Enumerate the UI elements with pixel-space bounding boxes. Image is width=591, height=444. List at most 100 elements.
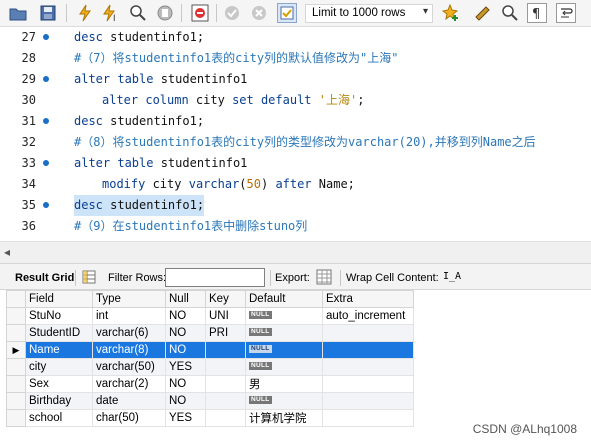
cell-field[interactable]: StudentID	[25, 324, 93, 342]
cell-default[interactable]: NULL	[245, 324, 323, 342]
table-row[interactable]: StudentID varchar(6) NO PRI NULL	[6, 324, 414, 342]
rollback-icon[interactable]	[249, 3, 269, 23]
toggle-error-icon[interactable]	[190, 3, 210, 23]
cell-key[interactable]	[205, 409, 246, 427]
find-icon[interactable]	[500, 3, 520, 23]
cell-default[interactable]: NULL	[245, 358, 323, 376]
code-line[interactable]: #（7）将studentinfo1表的city列的默认值修改为"上海"	[74, 48, 399, 69]
cell-field[interactable]: Name	[25, 341, 93, 359]
code-line[interactable]: #（8）将studentinfo1表的city列的类型修改为varchar(20…	[74, 132, 536, 153]
cell-extra[interactable]	[322, 375, 414, 393]
code-line[interactable]: alter table studentinfo1	[74, 69, 247, 90]
column-header-extra[interactable]: Extra	[322, 290, 414, 308]
cell-extra[interactable]	[322, 358, 414, 376]
explain-icon[interactable]	[128, 3, 148, 23]
cell-type[interactable]: date	[92, 392, 166, 410]
cell-extra[interactable]	[322, 392, 414, 410]
wrap-cell-icon[interactable]: I̲A	[443, 271, 461, 282]
cell-default[interactable]: NULL	[245, 307, 323, 325]
add-snippet-icon[interactable]	[441, 3, 461, 23]
cell-type[interactable]: varchar(50)	[92, 358, 166, 376]
cell-field[interactable]: StuNo	[25, 307, 93, 325]
wrap-lines-icon[interactable]	[556, 3, 576, 23]
statement-marker-icon[interactable]	[43, 160, 49, 166]
cell-default[interactable]: NULL	[245, 341, 323, 359]
row-header[interactable]	[6, 324, 26, 342]
row-header[interactable]	[6, 375, 26, 393]
cell-field[interactable]: school	[25, 409, 93, 427]
row-header[interactable]	[6, 409, 26, 427]
cell-default[interactable]: 男	[245, 375, 323, 393]
cell-null[interactable]: NO	[165, 341, 206, 359]
table-row[interactable]: school char(50) YES 计算机学院	[6, 409, 414, 427]
code-line[interactable]: desc studentinfo1;	[74, 27, 204, 48]
row-header[interactable]	[6, 392, 26, 410]
statement-marker-icon[interactable]	[43, 118, 49, 124]
cell-field[interactable]: city	[25, 358, 93, 376]
code-line[interactable]: #（9）在studentinfo1表中删除stuno列	[74, 216, 307, 237]
cell-null[interactable]: YES	[165, 358, 206, 376]
cell-field[interactable]: Sex	[25, 375, 93, 393]
cell-key[interactable]: UNI	[205, 307, 246, 325]
statement-marker-icon[interactable]	[43, 202, 49, 208]
cell-key[interactable]: PRI	[205, 324, 246, 342]
invisible-chars-icon[interactable]: ¶	[527, 3, 547, 23]
statement-marker-icon[interactable]	[43, 76, 49, 82]
cell-null[interactable]: NO	[165, 375, 206, 393]
commit-icon[interactable]	[222, 3, 242, 23]
scroll-left-icon[interactable]: ◂	[4, 245, 10, 259]
cell-default[interactable]: 计算机学院	[245, 409, 323, 427]
cell-type[interactable]: char(50)	[92, 409, 166, 427]
cell-key[interactable]	[205, 392, 246, 410]
grid-icon[interactable]	[82, 270, 96, 287]
column-header-default[interactable]: Default	[245, 290, 323, 308]
table-row[interactable]: Sex varchar(2) NO 男	[6, 375, 414, 393]
cell-extra[interactable]	[322, 341, 414, 359]
table-row[interactable]: StuNo int NO UNI NULL auto_increment	[6, 307, 414, 325]
cell-type[interactable]: varchar(8)	[92, 341, 166, 359]
cell-null[interactable]: NO	[165, 392, 206, 410]
cell-extra[interactable]	[322, 409, 414, 427]
column-header-null[interactable]: Null	[165, 290, 206, 308]
execute-icon[interactable]	[75, 3, 95, 23]
autocommit-icon[interactable]	[277, 3, 297, 23]
limit-rows-dropdown[interactable]: Limit to 1000 rows ▾	[305, 4, 433, 23]
code-line[interactable]: modify city varchar(50) after Name;	[102, 174, 355, 195]
column-header-field[interactable]: Field	[25, 290, 93, 308]
row-header[interactable]	[6, 358, 26, 376]
cell-key[interactable]	[205, 358, 246, 376]
table-row[interactable]: Birthday date NO NULL	[6, 392, 414, 410]
cell-key[interactable]	[205, 341, 246, 359]
cell-key[interactable]	[205, 375, 246, 393]
table-row[interactable]: city varchar(50) YES NULL	[6, 358, 414, 376]
sql-editor[interactable]: 27 desc studentinfo1; 28 #（7）将studentinfo1表…	[0, 27, 591, 241]
cell-extra[interactable]	[322, 324, 414, 342]
column-header-type[interactable]: Type	[92, 290, 166, 308]
cell-type[interactable]: varchar(2)	[92, 375, 166, 393]
statement-marker-icon[interactable]	[43, 34, 49, 40]
filter-rows-input[interactable]	[165, 268, 265, 287]
current-row-icon[interactable]: ▶	[6, 341, 26, 359]
code-line[interactable]: alter table studentinfo1	[74, 153, 247, 174]
table-row[interactable]: ▶ Name varchar(8) NO NULL	[6, 341, 414, 359]
cell-null[interactable]: NO	[165, 324, 206, 342]
code-line[interactable]: alter column city set default '上海';	[102, 90, 364, 111]
cell-type[interactable]: int	[92, 307, 166, 325]
row-header[interactable]	[6, 307, 26, 325]
stop-icon[interactable]	[155, 3, 175, 23]
cell-type[interactable]: varchar(6)	[92, 324, 166, 342]
result-grid-tab[interactable]: Result Grid	[15, 272, 74, 284]
beautify-icon[interactable]	[473, 3, 493, 23]
open-file-icon[interactable]	[8, 3, 28, 23]
execute-current-icon[interactable]: I	[101, 3, 121, 23]
code-line[interactable]: desc studentinfo1;	[74, 111, 204, 132]
export-icon[interactable]	[316, 269, 332, 288]
code-line[interactable]: desc studentinfo1;	[74, 195, 205, 216]
horizontal-scrollbar[interactable]: ◂	[0, 241, 591, 263]
cell-extra[interactable]: auto_increment	[322, 307, 414, 325]
cell-field[interactable]: Birthday	[25, 392, 93, 410]
cell-null[interactable]: NO	[165, 307, 206, 325]
cell-default[interactable]: NULL	[245, 392, 323, 410]
column-header-key[interactable]: Key	[205, 290, 246, 308]
cell-null[interactable]: YES	[165, 409, 206, 427]
